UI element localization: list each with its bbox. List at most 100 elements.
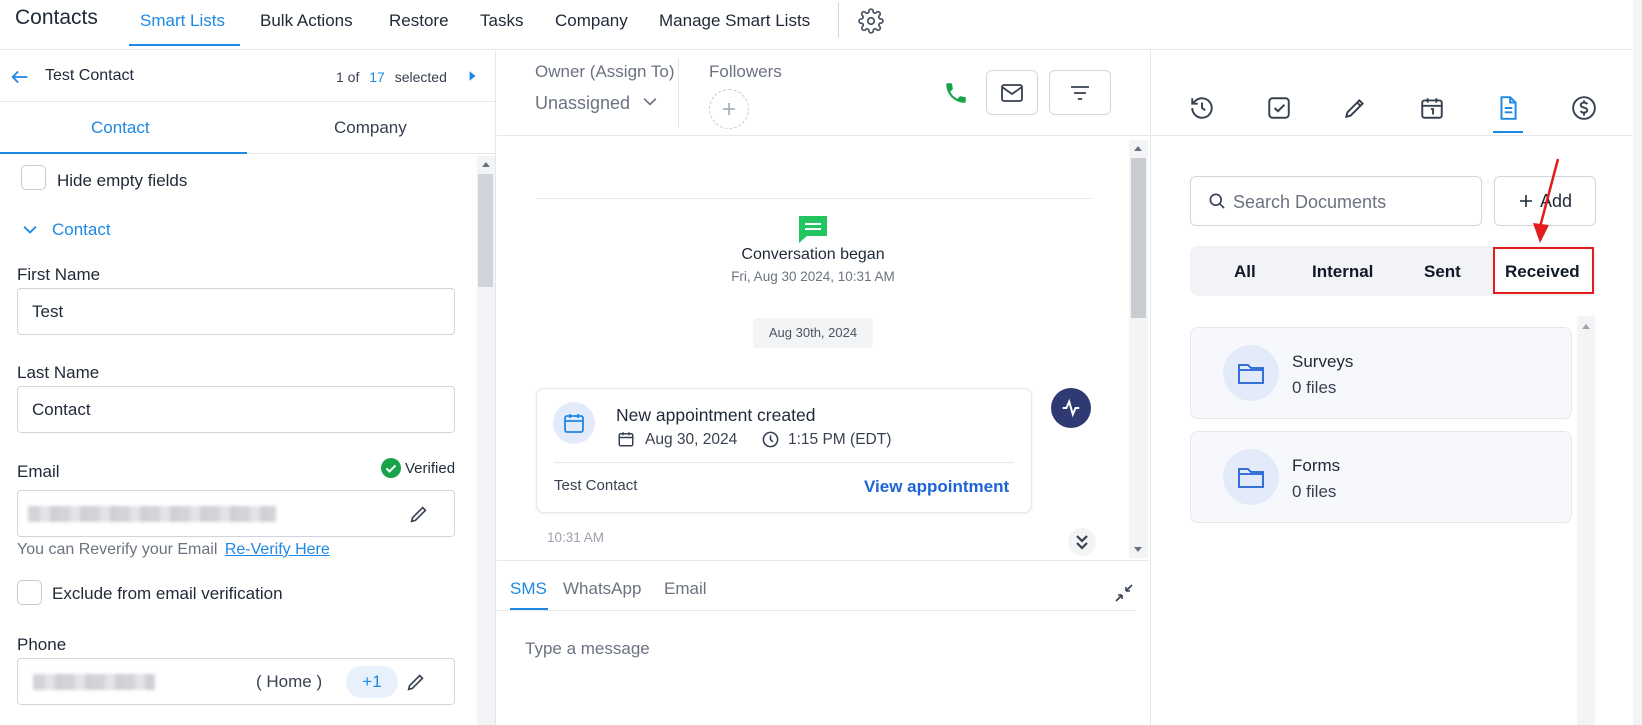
window-edge <box>1633 0 1642 725</box>
plus-icon <box>723 103 735 115</box>
first-name-field[interactable] <box>17 288 455 335</box>
scrollbar[interactable] <box>1577 316 1595 725</box>
section-contact[interactable]: Contact <box>52 220 111 240</box>
hide-empty-label: Hide empty fields <box>57 171 188 190</box>
top-navigation <box>0 0 1642 50</box>
last-name-label: Last Name <box>17 363 100 382</box>
scroll-up-icon[interactable] <box>481 160 491 168</box>
owner-select[interactable]: Unassigned <box>535 93 630 114</box>
documents-icon[interactable] <box>1495 95 1521 121</box>
reverify-text: You can Reverify your Email <box>17 541 218 558</box>
scrollbar-thumb[interactable] <box>1131 158 1146 318</box>
search-documents-placeholder: Search Documents <box>1233 192 1387 212</box>
pager-total[interactable]: 17 <box>369 69 385 85</box>
appointment-date: Aug 30, 2024 <box>645 431 738 448</box>
conversation-began-time: Fri, Aug 30 2024, 10:31 AM <box>731 269 895 284</box>
appointment-contact: Test Contact <box>554 477 638 494</box>
filter-button[interactable] <box>1049 70 1111 115</box>
chevron-down-icon[interactable] <box>20 220 40 240</box>
calendar-icon <box>553 402 595 444</box>
view-appointment-link[interactable]: View appointment <box>864 477 1009 497</box>
active-tab-indicator <box>0 152 247 154</box>
folder-name: Forms <box>1292 456 1341 475</box>
tab-tasks[interactable]: Tasks <box>480 11 523 31</box>
verified-check-icon <box>381 458 401 478</box>
tab-company[interactable]: Company <box>555 11 628 31</box>
first-name-value: Test <box>32 302 64 321</box>
followers-label: Followers <box>709 62 782 81</box>
dollar-icon[interactable] <box>1571 95 1597 121</box>
scroll-up-icon[interactable] <box>1133 144 1143 152</box>
appointment-title: New appointment created <box>616 405 816 425</box>
phone-country-code[interactable]: +1 <box>346 666 398 698</box>
phone-value-redacted <box>33 674 155 690</box>
history-icon[interactable] <box>1189 95 1215 121</box>
back-arrow-icon[interactable] <box>9 66 31 88</box>
scroll-bottom-icon[interactable] <box>1068 528 1096 556</box>
composer-tab-whatsapp[interactable]: WhatsApp <box>563 579 641 599</box>
scroll-up-icon[interactable] <box>1581 322 1591 330</box>
filter-icon <box>1071 85 1089 100</box>
hide-empty-checkbox[interactable] <box>21 165 46 190</box>
divider <box>678 58 679 128</box>
annotation-arrow <box>1530 157 1560 245</box>
pencil-icon[interactable] <box>405 671 427 693</box>
clock-icon <box>761 430 780 449</box>
reverify-link[interactable]: Re-Verify Here <box>225 541 330 558</box>
email-value-redacted <box>28 506 276 522</box>
notes-pencil-icon[interactable] <box>1342 95 1368 121</box>
task-check-icon[interactable] <box>1266 95 1292 121</box>
folder-icon <box>1223 345 1279 401</box>
email-button[interactable] <box>986 70 1038 115</box>
last-name-value: Contact <box>32 400 91 419</box>
message-input[interactable]: Type a message <box>525 639 650 659</box>
filter-received[interactable]: Received <box>1505 262 1580 282</box>
collapse-icon[interactable] <box>1114 583 1134 603</box>
tab-smart-lists[interactable]: Smart Lists <box>140 11 225 31</box>
folder-icon <box>1223 449 1279 505</box>
email-label: Email <box>17 462 60 481</box>
scrollbar-thumb[interactable] <box>478 174 493 287</box>
exclude-verification-label: Exclude from email verification <box>52 584 283 603</box>
phone-call-icon[interactable] <box>943 80 969 106</box>
conversation-began-title: Conversation began <box>741 246 885 263</box>
nav-divider <box>838 2 839 38</box>
scroll-down-icon[interactable] <box>1133 546 1143 554</box>
tab-bulk-actions[interactable]: Bulk Actions <box>260 11 353 31</box>
reverify-note: You can Reverify your Email Re-Verify He… <box>17 541 330 559</box>
activity-icon[interactable] <box>1051 388 1091 428</box>
chevron-down-icon[interactable] <box>640 92 660 112</box>
record-pager: 1 of 17 selected <box>336 69 447 85</box>
filter-internal[interactable]: Internal <box>1312 262 1373 282</box>
contact-name: Test Contact <box>45 67 134 84</box>
phone-type: ( Home ) <box>256 672 323 691</box>
pencil-icon[interactable] <box>408 503 430 525</box>
composer-tab-sms[interactable]: SMS <box>510 579 547 599</box>
filter-sent[interactable]: Sent <box>1424 262 1461 282</box>
pager-suffix: selected <box>394 69 447 85</box>
folder-count: 0 files <box>1292 482 1337 501</box>
composer-tab-email[interactable]: Email <box>664 579 707 599</box>
divider <box>497 610 1136 611</box>
tab-contact[interactable]: Contact <box>91 118 150 138</box>
first-name-label: First Name <box>17 265 101 284</box>
appointments-calendar-icon[interactable] <box>1419 95 1445 121</box>
tab-restore[interactable]: Restore <box>389 11 449 31</box>
filter-all[interactable]: All <box>1234 262 1256 282</box>
tab-company-details[interactable]: Company <box>334 118 407 138</box>
divider <box>0 101 496 102</box>
calendar-small-icon <box>617 430 635 448</box>
divider <box>247 153 496 154</box>
gear-icon[interactable] <box>858 8 884 34</box>
next-record-icon[interactable] <box>466 70 478 82</box>
divider <box>1150 135 1632 136</box>
divider <box>536 198 1092 199</box>
envelope-icon <box>1001 83 1023 102</box>
app-title: Contacts <box>15 6 98 29</box>
folder-name: Surveys <box>1292 352 1354 371</box>
exclude-verification-checkbox[interactable] <box>17 580 42 605</box>
phone-label: Phone <box>17 635 67 654</box>
tab-manage-smart-lists[interactable]: Manage Smart Lists <box>659 11 810 31</box>
add-follower-button[interactable] <box>709 89 749 129</box>
appointment-time: 1:15 PM (EDT) <box>788 431 892 448</box>
